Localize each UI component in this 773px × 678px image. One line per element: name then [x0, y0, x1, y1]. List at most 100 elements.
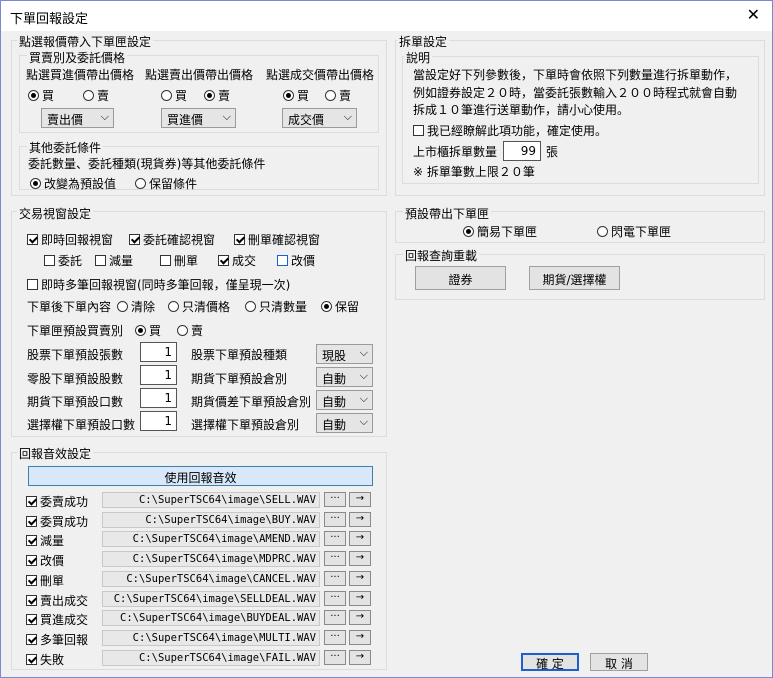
- browse-icon[interactable]: ···: [324, 492, 346, 507]
- stock-reload-button[interactable]: 證券: [415, 266, 506, 290]
- browse-icon[interactable]: ···: [324, 531, 346, 547]
- confirm-window-checkbox[interactable]: 委託確認視窗: [129, 231, 215, 248]
- opt-qty-input[interactable]: 1: [140, 411, 177, 431]
- radio-icon: [245, 301, 256, 312]
- sound-item-checkbox[interactable]: 委買成功: [26, 513, 88, 530]
- odd-qty-input[interactable]: 1: [140, 365, 177, 385]
- play-arrow-icon[interactable]: →: [349, 610, 371, 626]
- split-qty-input[interactable]: 99: [503, 141, 541, 161]
- after-clear-radio[interactable]: 清除: [117, 298, 155, 315]
- sound-path-field[interactable]: C:\SuperTSC64\image\BUYDEAL.WAV: [102, 610, 320, 627]
- ck-order-checkbox[interactable]: 委託: [44, 252, 82, 269]
- play-arrow-icon[interactable]: →: [349, 570, 371, 586]
- col3-select[interactable]: 成交價 ⌵: [282, 108, 357, 128]
- radio-icon: [597, 226, 608, 237]
- col1-select[interactable]: 賣出價 ⌵: [41, 108, 114, 128]
- fut-acct-select[interactable]: 自動 ⌵: [316, 367, 373, 387]
- sound-path-field[interactable]: C:\SuperTSC64\image\AMEND.WAV: [102, 531, 320, 548]
- after-keep-radio[interactable]: 保留: [321, 298, 359, 315]
- split-agree-checkbox[interactable]: 我已經瞭解此項功能，確定使用。: [413, 122, 607, 139]
- radio-icon: [463, 226, 474, 237]
- side-sell-radio[interactable]: 賣: [177, 322, 203, 339]
- sound-item-checkbox[interactable]: 刪單: [26, 572, 64, 589]
- buy-sell-title: 買賣別及委託價格: [27, 49, 128, 66]
- sound-item-checkbox[interactable]: 改價: [26, 552, 64, 569]
- chevron-down-icon: ⌵: [359, 369, 368, 382]
- play-arrow-icon[interactable]: →: [349, 531, 371, 547]
- checkbox-icon: [129, 234, 140, 245]
- sound-path-field[interactable]: C:\SuperTSC64\image\CANCEL.WAV: [102, 570, 320, 587]
- futopt-reload-button[interactable]: 期貨/選擇權: [529, 266, 620, 290]
- play-arrow-icon[interactable]: →: [349, 492, 371, 507]
- other-conditions-desc: 委託數量、委託種類(現貨券)等其他委託條件: [28, 157, 266, 171]
- simple-box-radio[interactable]: 簡易下單匣: [463, 223, 537, 240]
- sound-path-field[interactable]: C:\SuperTSC64\image\BUY.WAV: [102, 511, 320, 528]
- browse-icon[interactable]: ···: [324, 590, 346, 606]
- radio-icon: [168, 301, 179, 312]
- play-arrow-icon[interactable]: →: [349, 511, 371, 527]
- after-price-radio[interactable]: 只清價格: [168, 298, 230, 315]
- radio-icon: [161, 90, 172, 101]
- split-desc-title: 說明: [404, 49, 433, 66]
- browse-icon[interactable]: ···: [324, 629, 346, 645]
- sound-item-checkbox[interactable]: 多筆回報: [26, 631, 88, 648]
- split-desc-line3: 拆成１０筆進行送單動作，請小心使用。: [413, 103, 630, 117]
- opt-default-radio[interactable]: 改變為預設值: [30, 175, 116, 192]
- checkbox-icon: [26, 535, 37, 547]
- sound-path-field[interactable]: C:\SuperTSC64\image\SELLDEAL.WAV: [102, 590, 320, 607]
- sound-item-checkbox[interactable]: 買進成交: [26, 611, 88, 628]
- after-qty-radio[interactable]: 只清數量: [245, 298, 307, 315]
- browse-icon[interactable]: ···: [324, 551, 346, 567]
- col3-sell-radio[interactable]: 賣: [325, 87, 351, 104]
- immediate-window-checkbox[interactable]: 即時回報視窗: [27, 231, 113, 248]
- split-qty-label: 上市櫃拆單數量: [413, 145, 498, 159]
- sound-item-checkbox[interactable]: 賣出成交: [26, 592, 88, 609]
- play-arrow-icon[interactable]: →: [349, 629, 371, 645]
- sound-path-field[interactable]: C:\SuperTSC64\image\SELL.WAV: [102, 492, 320, 508]
- col3-buy-radio[interactable]: 買: [283, 87, 309, 104]
- use-sound-button[interactable]: 使用回報音效: [28, 466, 373, 486]
- flash-box-radio[interactable]: 閃電下單匣: [597, 223, 671, 240]
- stock-qty-input[interactable]: 1: [140, 342, 177, 362]
- ok-button[interactable]: 確 定: [521, 653, 579, 671]
- browse-icon[interactable]: ···: [324, 511, 346, 527]
- side-buy-radio[interactable]: 買: [135, 322, 161, 339]
- close-icon[interactable]: ✕: [747, 5, 760, 24]
- ck-deal-checkbox[interactable]: 成交: [218, 252, 256, 269]
- checkbox-icon: [44, 255, 55, 266]
- browse-icon[interactable]: ···: [324, 570, 346, 586]
- col1-label: 點選買進價帶出價格: [26, 68, 135, 82]
- cancel-button[interactable]: 取 消: [590, 653, 648, 671]
- col1-sell-radio[interactable]: 賣: [83, 87, 109, 104]
- fut-qty-label: 期貨下單預設口數: [27, 395, 124, 409]
- checkbox-icon: [160, 255, 171, 266]
- delete-confirm-checkbox[interactable]: 刪單確認視窗: [234, 231, 320, 248]
- sound-item-checkbox[interactable]: 減量: [26, 532, 64, 549]
- stock-type-select[interactable]: 現股 ⌵: [316, 344, 373, 364]
- sound-item-checkbox[interactable]: 失敗: [26, 651, 64, 668]
- play-arrow-icon[interactable]: →: [349, 551, 371, 567]
- multi-window-checkbox[interactable]: 即時多筆回報視窗(同時多筆回報，僅呈現一次): [27, 276, 290, 293]
- play-arrow-icon[interactable]: →: [349, 649, 371, 665]
- sound-path-field[interactable]: C:\SuperTSC64\image\FAIL.WAV: [102, 649, 320, 666]
- sound-item-checkbox[interactable]: 委賣成功: [26, 493, 88, 510]
- col2-buy-radio[interactable]: 買: [161, 87, 187, 104]
- fut-qty-input[interactable]: 1: [140, 388, 177, 408]
- radio-icon: [177, 325, 188, 336]
- sound-path-field[interactable]: C:\SuperTSC64\image\MDPRC.WAV: [102, 551, 320, 568]
- ck-delete-checkbox[interactable]: 刪單: [160, 252, 198, 269]
- col2-select[interactable]: 買進價 ⌵: [161, 108, 236, 128]
- opt-keep-radio[interactable]: 保留條件: [135, 175, 197, 192]
- browse-icon[interactable]: ···: [324, 610, 346, 626]
- spread-acct-select[interactable]: 自動 ⌵: [316, 390, 373, 410]
- play-arrow-icon[interactable]: →: [349, 590, 371, 606]
- ck-reduce-checkbox[interactable]: 減量: [95, 252, 133, 269]
- col2-sell-radio[interactable]: 賣: [204, 87, 230, 104]
- sound-path-field[interactable]: C:\SuperTSC64\image\MULTI.WAV: [102, 629, 320, 646]
- col1-buy-radio[interactable]: 買: [28, 87, 54, 104]
- stock-qty-label: 股票下單預設張數: [27, 348, 124, 362]
- browse-icon[interactable]: ···: [324, 649, 346, 665]
- checkbox-icon: [27, 279, 38, 290]
- ck-modify-checkbox[interactable]: 改價: [277, 252, 315, 269]
- opt-acct-select[interactable]: 自動 ⌵: [316, 413, 373, 433]
